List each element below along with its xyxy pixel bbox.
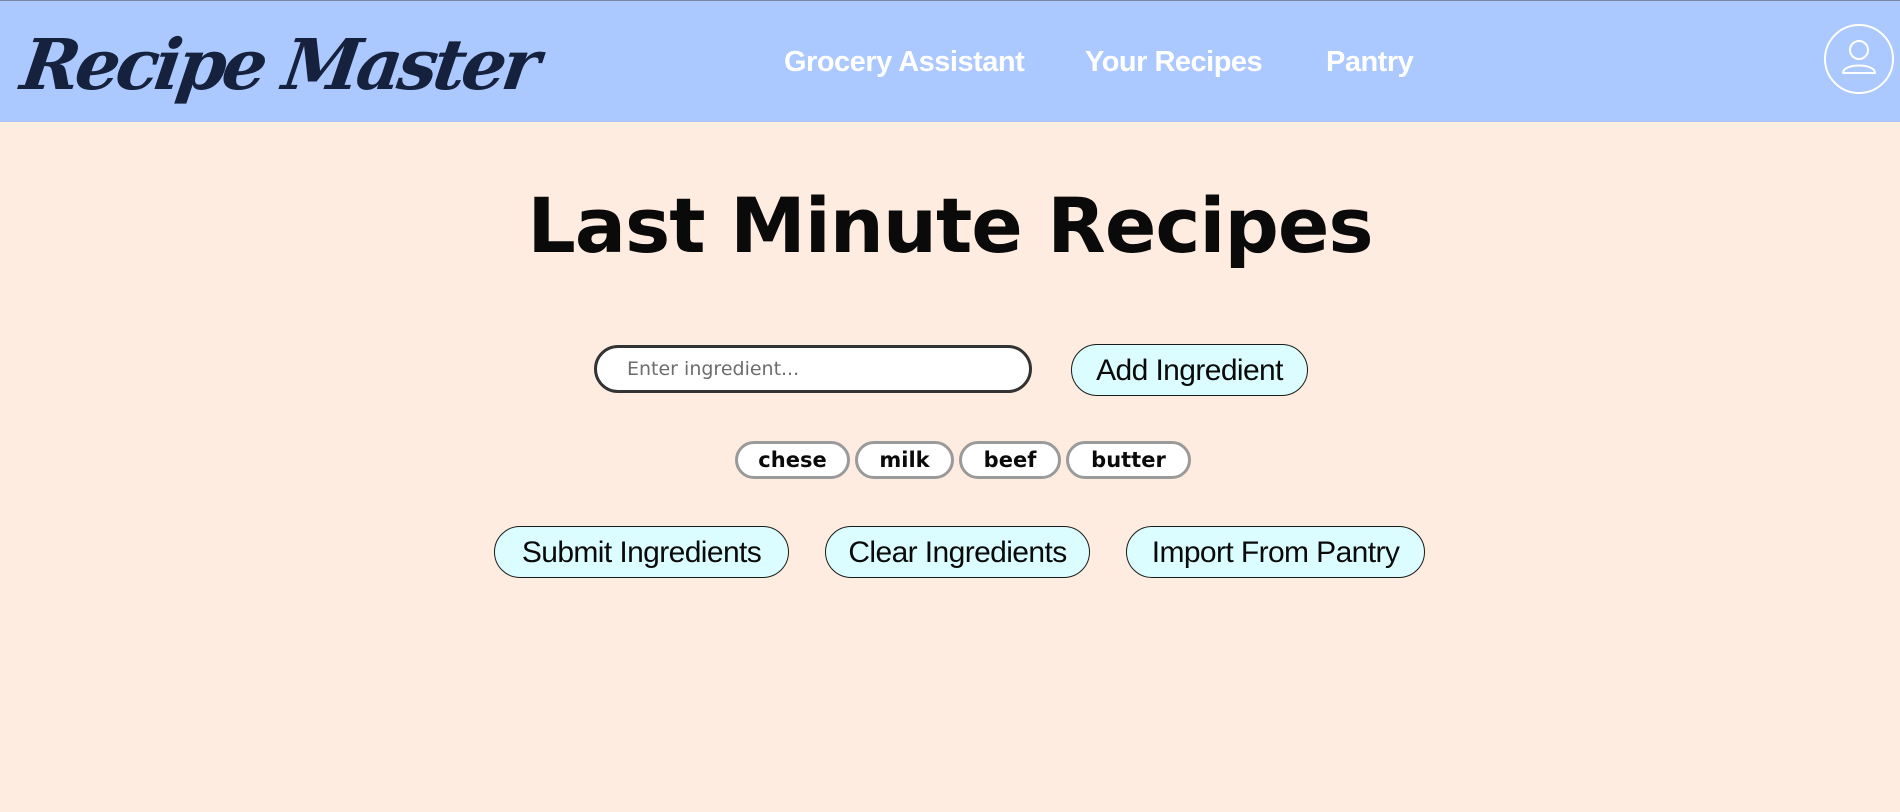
nav-grocery-assistant[interactable]: Grocery Assistant — [784, 37, 1025, 87]
ingredient-chip-milk[interactable]: milk — [855, 441, 954, 479]
recipe-master-logo[interactable]: Recipe Master — [15, 15, 543, 115]
add-ingredient-button[interactable]: Add Ingredient — [1071, 344, 1308, 396]
ingredient-chip-butter[interactable]: butter — [1066, 441, 1191, 479]
user-avatar-icon — [1842, 40, 1876, 74]
page-title: Last Minute Recipes — [527, 181, 1373, 270]
clear-ingredients-button[interactable]: Clear Ingredients — [825, 526, 1090, 578]
nav-pantry[interactable]: Pantry — [1326, 37, 1414, 87]
user-avatar-button[interactable] — [1824, 24, 1894, 94]
import-from-pantry-button[interactable]: Import From Pantry — [1126, 526, 1425, 578]
ingredient-chip-chese[interactable]: chese — [735, 441, 850, 479]
submit-ingredients-button[interactable]: Submit Ingredients — [494, 526, 789, 578]
nav-your-recipes[interactable]: Your Recipes — [1085, 37, 1263, 87]
ingredient-chip-beef[interactable]: beef — [959, 441, 1061, 479]
top-navigation-bar: Recipe Master Grocery Assistant Your Rec… — [0, 0, 1900, 122]
ingredient-input[interactable] — [594, 345, 1032, 393]
